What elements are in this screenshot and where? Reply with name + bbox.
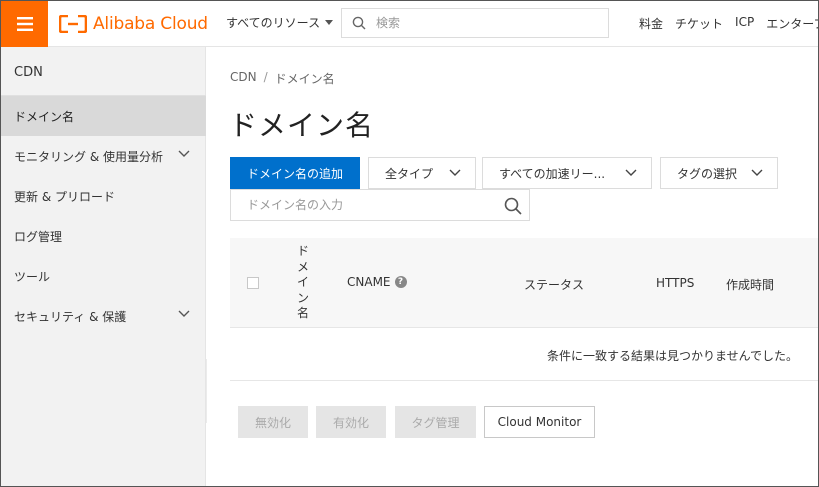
tickets-link[interactable]: チケット xyxy=(675,15,723,32)
acceleration-filter-label: すべての加速リー... xyxy=(499,166,606,181)
search-icon[interactable] xyxy=(504,197,522,215)
column-header-https: HTTPS xyxy=(656,276,695,290)
select-all-checkbox[interactable] xyxy=(247,277,259,289)
pricing-link[interactable]: 料金 xyxy=(639,15,663,32)
column-header-domain[interactable]: ドメイン名 xyxy=(296,244,310,322)
sidebar-item-security[interactable]: セキュリティ & 保護 xyxy=(1,296,206,336)
breadcrumb-cdn[interactable]: CDN xyxy=(230,70,257,87)
sidebar-item-tools[interactable]: ツール xyxy=(1,256,206,296)
help-icon[interactable]: ? xyxy=(394,276,407,288)
add-domain-button[interactable]: ドメイン名の追加 xyxy=(230,157,360,189)
cname-label: CNAME xyxy=(347,275,391,289)
sidebar-item-label: モニタリング & 使用量分析 xyxy=(14,149,163,164)
caret-down-icon xyxy=(325,20,334,25)
breadcrumb-domain-names: ドメイン名 xyxy=(274,72,335,86)
chevron-down-icon xyxy=(625,169,637,176)
sidebar-title: CDN xyxy=(14,65,43,80)
icp-link[interactable]: ICP xyxy=(735,15,754,32)
main-content: CDN / ドメイン名 ドメイン名 ドメイン名の追加 全タイプ すべての加速リー… xyxy=(207,47,818,486)
sidebar-item-label: 更新 & プリロード xyxy=(14,189,115,204)
breadcrumb-separator: / xyxy=(263,70,268,84)
sidebar: CDN ドメイン名 モニタリング & 使用量分析 更新 & プリロード ログ管理… xyxy=(1,47,206,486)
domain-search-input[interactable] xyxy=(247,198,497,212)
all-resources-dropdown[interactable]: すべてのリソース xyxy=(226,14,334,31)
sidebar-item-domain-names[interactable]: ドメイン名 xyxy=(1,96,206,136)
tag-select-dropdown[interactable]: タグの選択 xyxy=(660,157,778,189)
brand-name: Alibaba Cloud xyxy=(93,14,208,34)
enable-button[interactable]: 有効化 xyxy=(316,406,386,438)
acceleration-region-dropdown[interactable]: すべての加速リー... xyxy=(482,157,652,189)
chevron-down-icon xyxy=(178,150,190,157)
column-header-created[interactable]: 作成時間 xyxy=(726,276,774,293)
search-icon xyxy=(352,16,366,30)
column-header-status: ステータス xyxy=(524,278,585,292)
console-window: Alibaba Cloud すべてのリソース 料金 チケット ICP エンタープ… xyxy=(0,0,819,487)
all-resources-label: すべてのリソース xyxy=(226,16,321,30)
alibaba-cloud-logo[interactable]: Alibaba Cloud xyxy=(59,11,208,37)
chevron-down-icon xyxy=(178,310,190,317)
table-header: ドメイン名 CNAME ? ステータス HTTPS 作成時間 xyxy=(230,238,818,328)
sidebar-item-label: セキュリティ & 保護 xyxy=(14,309,127,324)
hamburger-menu-button[interactable] xyxy=(1,1,48,47)
type-filter-dropdown[interactable]: 全タイプ xyxy=(368,157,476,189)
disable-button[interactable]: 無効化 xyxy=(238,406,308,438)
alibaba-cloud-mark-icon xyxy=(59,15,87,33)
sidebar-item-label: ドメイン名 xyxy=(14,109,75,124)
hamburger-icon xyxy=(16,17,33,31)
tag-management-button[interactable]: タグ管理 xyxy=(395,406,476,438)
global-search-input[interactable] xyxy=(376,16,576,30)
empty-table-row: 条件に一致する結果は見つかりませんでした。 xyxy=(230,328,818,381)
column-header-cname: CNAME ? xyxy=(347,275,407,289)
sidebar-item-label: ログ管理 xyxy=(14,229,63,244)
page-title: ドメイン名 xyxy=(229,109,375,142)
sidebar-item-monitoring[interactable]: モニタリング & 使用量分析 xyxy=(1,136,206,176)
type-filter-label: 全タイプ xyxy=(385,166,434,181)
global-search[interactable] xyxy=(341,8,609,38)
chevron-down-icon xyxy=(751,169,763,176)
sidebar-item-label: ツール xyxy=(14,269,51,284)
sidebar-item-log-management[interactable]: ログ管理 xyxy=(1,216,206,256)
tag-select-label: タグの選択 xyxy=(677,166,738,181)
cloud-monitor-button[interactable]: Cloud Monitor xyxy=(484,406,595,438)
top-links: 料金 チケット ICP エンタープ xyxy=(639,15,818,32)
empty-message: 条件に一致する結果は見つかりませんでした。 xyxy=(547,349,799,363)
domain-search[interactable] xyxy=(230,189,530,221)
top-navigation-bar: Alibaba Cloud すべてのリソース 料金 チケット ICP エンタープ xyxy=(1,1,818,47)
sidebar-item-refresh-preload[interactable]: 更新 & プリロード xyxy=(1,176,206,216)
enterprise-link[interactable]: エンタープ xyxy=(766,15,818,32)
breadcrumb: CDN / ドメイン名 xyxy=(230,70,335,87)
chevron-down-icon xyxy=(449,169,461,176)
